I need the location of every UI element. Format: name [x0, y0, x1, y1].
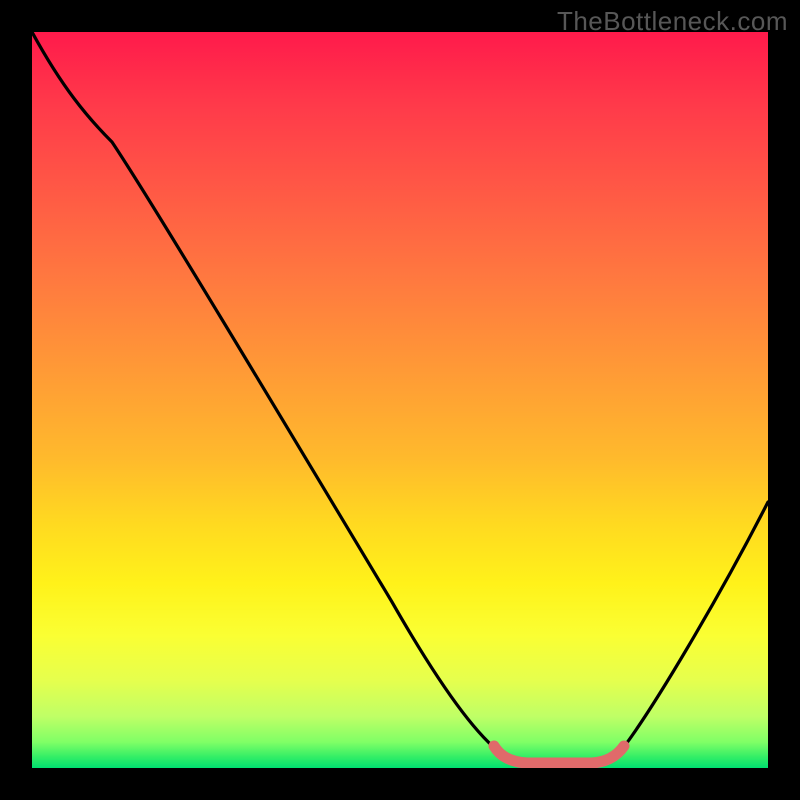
curve-layer: [32, 32, 768, 768]
bottleneck-curve: [32, 32, 768, 764]
chart-frame: TheBottleneck.com: [0, 0, 800, 800]
plot-area: [32, 32, 768, 768]
optimal-range-marker: [494, 746, 624, 763]
